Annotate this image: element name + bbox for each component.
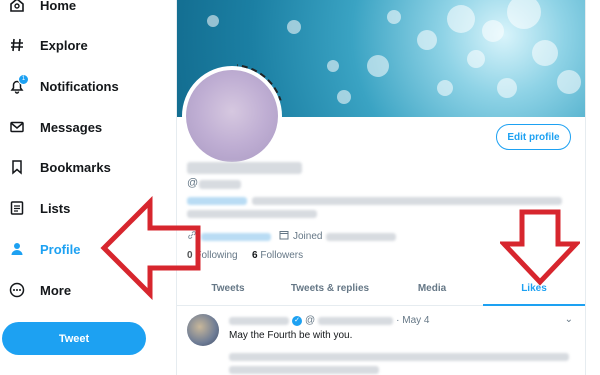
tweet-author-avatar[interactable] — [187, 314, 219, 346]
home-icon — [8, 0, 26, 14]
author-name-redacted — [229, 316, 289, 325]
sidebar-item-profile[interactable]: Profile — [8, 234, 80, 264]
tweet-button[interactable]: Tweet — [2, 322, 146, 355]
tweet-line-redacted — [229, 353, 569, 361]
sidebar-item-label: Home — [40, 0, 77, 13]
liked-tweet[interactable]: ✓ @ · May 4 ⌄ May the Fourth be with you… — [177, 306, 585, 375]
sidebar-nav: Home Explore 1 Notifications Messages Bo… — [0, 0, 176, 375]
following-count[interactable]: 0 Following — [187, 250, 238, 261]
bio-link-redacted — [187, 197, 247, 205]
bio-line-redacted — [187, 210, 317, 218]
sidebar-item-label: Profile — [40, 241, 81, 257]
calendar-icon — [279, 230, 289, 243]
tab-likes[interactable]: Likes — [483, 272, 585, 306]
sidebar-item-label: Bookmarks — [40, 159, 111, 175]
sidebar-item-bookmarks[interactable]: Bookmarks — [8, 152, 111, 182]
chevron-down-icon[interactable]: ⌄ — [565, 314, 573, 325]
sidebar-item-notifications[interactable]: 1 Notifications — [8, 71, 119, 101]
website-redacted — [201, 232, 271, 241]
joined-date-redacted — [326, 232, 397, 241]
hashtag-icon — [8, 36, 26, 54]
bell-icon: 1 — [8, 74, 29, 95]
tab-tweets[interactable]: Tweets — [177, 272, 279, 305]
tab-tweets-replies[interactable]: Tweets & replies — [279, 272, 381, 305]
tweet-header: ✓ @ · May 4 — [229, 315, 430, 326]
link-icon — [187, 230, 197, 243]
sidebar-item-label: Lists — [40, 200, 71, 216]
tweet-text: May the Fourth be with you. — [229, 330, 353, 341]
more-circle-icon — [8, 281, 26, 299]
verified-badge-icon: ✓ — [292, 315, 302, 326]
sidebar-item-label: More — [40, 282, 72, 298]
edit-profile-button[interactable]: Edit profile — [496, 124, 571, 150]
sidebar-item-more[interactable]: More — [8, 275, 71, 305]
sidebar-item-label: Notifications — [40, 78, 119, 94]
bookmark-icon — [8, 158, 26, 176]
tab-media[interactable]: Media — [381, 272, 483, 305]
profile-column: Edit profile @ Joined 0 Following 6 Foll… — [176, 0, 586, 375]
joined-label: Joined — [293, 231, 323, 242]
author-handle-redacted — [318, 316, 394, 325]
sidebar-item-label: Messages — [40, 119, 103, 135]
profile-handle-prefix: @ — [187, 177, 199, 189]
display-name-redacted — [187, 162, 302, 174]
sidebar-item-lists[interactable]: Lists — [8, 193, 70, 223]
tweet-handle-prefix: @ — [305, 315, 316, 326]
person-icon — [8, 240, 26, 258]
envelope-icon — [8, 118, 26, 136]
tweet-date: · May 4 — [396, 315, 430, 326]
sidebar-item-label: Explore — [40, 37, 88, 53]
profile-meta: Joined — [187, 230, 397, 243]
handle-redacted — [199, 180, 241, 189]
sidebar-item-home[interactable]: Home — [8, 0, 76, 20]
tweet-line-redacted — [229, 366, 379, 374]
profile-tabs: Tweets Tweets & replies Media Likes — [177, 272, 585, 306]
sidebar-item-explore[interactable]: Explore — [8, 30, 88, 60]
sidebar-item-messages[interactable]: Messages — [8, 112, 102, 142]
list-icon — [8, 199, 26, 217]
bio-line-redacted — [252, 197, 562, 205]
followers-count[interactable]: 6 Followers — [252, 250, 303, 261]
notification-badge: 1 — [18, 74, 29, 85]
